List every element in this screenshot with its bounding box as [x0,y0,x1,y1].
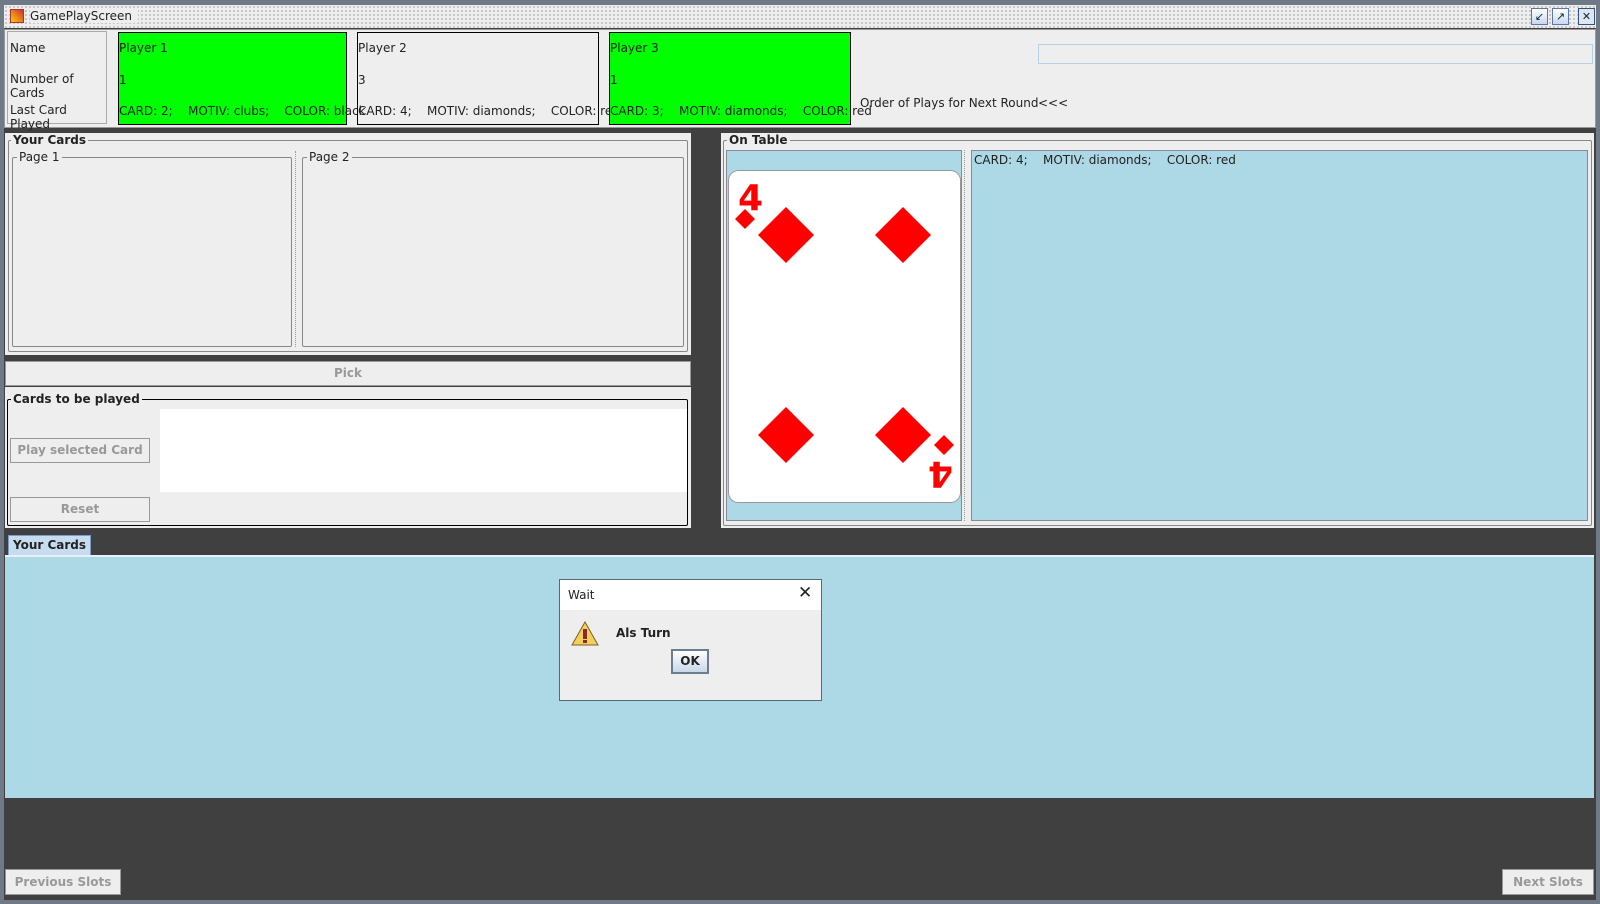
tab-your-cards[interactable]: Your Cards [8,535,91,555]
next-slots-button[interactable]: Next Slots [1502,869,1594,895]
order-label: Order of Plays for Next Round [860,96,1039,110]
your-cards-panel: Your Cards Page 1 Page 2 [5,133,691,355]
page-2[interactable] [302,157,684,347]
last-card-label: Last Card Played [10,103,67,131]
on-table-panel: On Table 4 4 CARD: 4; MOTIV: diamonds; C… [721,133,1594,528]
cards-to-play-title: Cards to be played [11,392,142,406]
close-icon[interactable]: ✕ [798,583,812,603]
player-3-box: Player 3 1 CARD: 3; MOTIV: diamonds; COL… [609,32,872,125]
player-card-count: 1 [610,73,618,87]
card-description: CARD: 4; MOTIV: diamonds; COLOR: red [971,150,1588,521]
order-value: <<< [1038,96,1069,110]
reset-button[interactable]: Reset [10,497,150,522]
app-icon [10,9,24,23]
player-card-count: 1 [119,73,127,87]
player-2-box: Player 2 3 CARD: 4; MOTIV: diamonds; COL… [357,32,620,125]
ok-button[interactable]: OK [671,649,709,674]
dialog-title: Wait [568,588,595,602]
player-last-card: CARD: 3; MOTIV: diamonds; COLOR: red [610,104,872,118]
card-image-pane: 4 4 [726,150,962,521]
player-last-card: CARD: 4; MOTIV: diamonds; COLOR: red [358,104,620,118]
on-table-title: On Table [727,133,790,147]
player-last-card: CARD: 2; MOTIV: clubs; COLOR: black [119,104,366,118]
split-divider[interactable] [964,150,970,521]
diamond-card-4[interactable]: 4 4 [728,170,964,510]
previous-slots-button[interactable]: Previous Slots [5,869,121,895]
dialog-message: Als Turn [616,626,671,640]
player-card-count: 3 [358,73,366,87]
player-name: Player 1 [119,41,168,55]
close-icon[interactable]: ✕ [1578,8,1595,25]
dialog-title-bar: Wait ✕ [560,580,821,610]
name-label: Name [10,41,46,55]
row-labels: Name Number of Cards Last Card Played [7,31,107,131]
page-2-title: Page 2 [307,150,352,164]
pick-button[interactable]: Pick [5,361,691,386]
cards-to-play-panel: Cards to be played Play selected Card Re… [5,387,691,528]
player-name: Player 3 [610,41,659,55]
minimize-icon[interactable]: ↙ [1531,8,1548,25]
player-name: Player 2 [358,41,407,55]
player-1-box: Player 1 1 CARD: 2; MOTIV: clubs; COLOR:… [118,32,366,125]
window-title: GamePlayScreen [30,9,139,23]
page-1[interactable] [12,157,292,347]
split-divider[interactable] [295,151,300,347]
wait-dialog: Wait ✕ Als Turn OK [559,579,822,701]
your-cards-title: Your Cards [11,133,89,147]
maximize-icon[interactable]: ↗ [1552,8,1569,25]
card-rank-inverted: 4 [928,453,953,494]
order-field[interactable] [1038,44,1593,64]
players-panel: Name Number of Cards Last Card Played Pl… [4,29,1596,131]
cards-to-play-list[interactable] [160,409,687,492]
title-bar[interactable]: GamePlayScreen ↙ ↗ ✕ [4,5,1596,28]
warning-icon [571,620,599,646]
play-selected-card-button[interactable]: Play selected Card [10,438,150,463]
page-1-title: Page 1 [17,150,62,164]
cards-label: Number of Cards [10,72,74,100]
